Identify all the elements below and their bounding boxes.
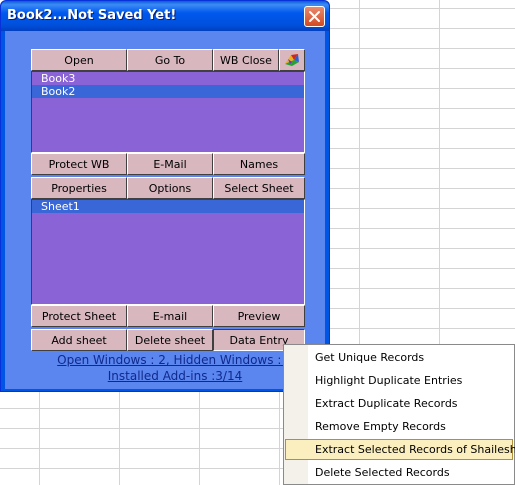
sheet-list-item-selected[interactable]: Sheet1 — [32, 200, 304, 213]
wb-close-button[interactable]: WB Close — [213, 49, 279, 71]
protect-sheet-button[interactable]: Protect Sheet — [31, 305, 127, 327]
close-button[interactable] — [304, 6, 325, 27]
add-sheet-button[interactable]: Add sheet — [31, 329, 127, 351]
sheet-email-button[interactable]: E-mail — [127, 305, 213, 327]
close-icon — [309, 11, 320, 22]
protect-wb-button[interactable]: Protect WB — [31, 153, 127, 175]
workbook-list-item[interactable]: Book3 — [32, 72, 304, 85]
workbook-list-item-selected[interactable]: Book2 — [32, 85, 304, 98]
goto-button[interactable]: Go To — [127, 49, 213, 71]
properties-button[interactable]: Properties — [31, 177, 127, 199]
open-button[interactable]: Open — [31, 49, 127, 71]
open-windows-status[interactable]: Open Windows : 2, Hidden Windows : 1 — [45, 353, 305, 367]
installed-addins-status[interactable]: Installed Add-ins :3/14 — [45, 369, 305, 383]
dialog-body: Open Go To WB Close Book3 Book2 Protect … — [5, 31, 325, 389]
menu-item-get-unique-records[interactable]: Get Unique Records — [285, 347, 513, 368]
menu-item-highlight-duplicates[interactable]: Highlight Duplicate Entries — [285, 370, 513, 391]
palette-button[interactable] — [279, 49, 305, 71]
select-sheet-button[interactable]: Select Sheet — [213, 177, 305, 199]
preview-button[interactable]: Preview — [213, 305, 305, 327]
workbook-manager-dialog: Book2...Not Saved Yet! Open Go To WB Clo… — [0, 0, 330, 392]
menu-item-extract-selected[interactable]: Extract Selected Records of Shailesh — [285, 439, 515, 460]
menu-item-remove-empty[interactable]: Remove Empty Records — [285, 416, 513, 437]
title-bar[interactable]: Book2...Not Saved Yet! — [1, 1, 329, 31]
colorful-palette-icon — [285, 54, 299, 66]
email-button[interactable]: E-Mail — [127, 153, 213, 175]
workbooks-listbox[interactable]: Book3 Book2 — [31, 71, 305, 153]
window-title: Book2...Not Saved Yet! — [7, 8, 177, 23]
delete-sheet-button[interactable]: Delete sheet — [127, 329, 213, 351]
data-entry-context-menu: Get Unique Records Highlight Duplicate E… — [283, 344, 515, 485]
names-button[interactable]: Names — [213, 153, 305, 175]
options-button[interactable]: Options — [127, 177, 213, 199]
sheets-listbox[interactable]: Sheet1 — [31, 199, 305, 305]
menu-item-delete-selected[interactable]: Delete Selected Records — [285, 462, 513, 483]
menu-item-extract-duplicates[interactable]: Extract Duplicate Records — [285, 393, 513, 414]
